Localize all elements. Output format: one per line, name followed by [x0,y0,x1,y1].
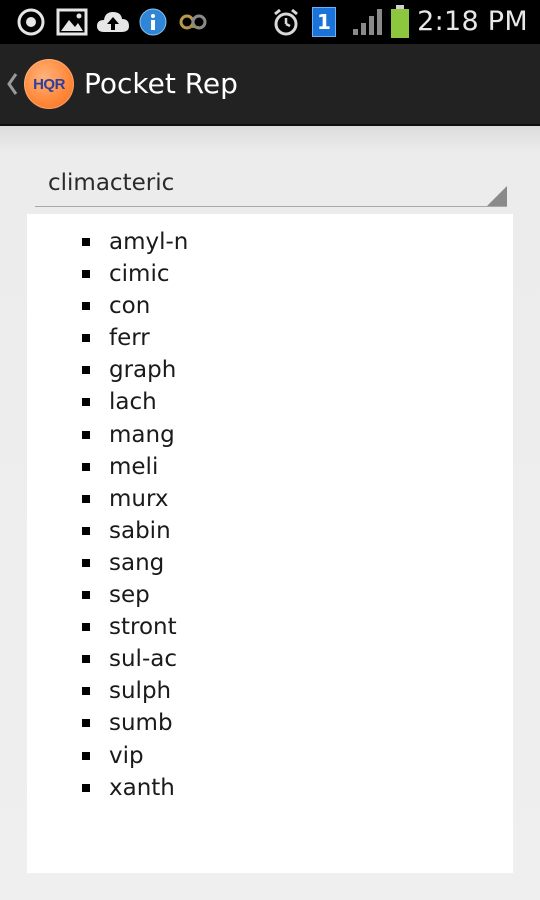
remedy-label: mang [109,421,175,448]
list-item: ferr [27,322,513,354]
chevron-left-icon [7,73,18,95]
remedy-label: sabin [109,517,171,544]
bullet-icon [82,655,90,664]
remedy-label: graph [109,357,177,384]
remedy-label: sang [109,549,165,576]
info-icon [138,0,168,44]
status-bar: 1 2:18 PM [0,0,540,44]
sync-icon [14,0,48,44]
battery-icon [388,0,412,44]
bullet-icon [82,302,90,311]
remedy-label: con [109,293,151,320]
bullet-icon [82,366,90,375]
bullet-icon [82,398,90,407]
remedy-label: lach [109,389,157,416]
alarm-icon [268,0,304,44]
bullet-icon [82,270,90,279]
list-item: graph [27,354,513,386]
list-item: xanth [27,772,513,804]
bullet-icon [82,719,90,728]
action-bar: HQR Pocket Rep [0,44,540,126]
list-item: vip [27,740,513,772]
bullet-icon [82,494,90,503]
remedy-label: stront [109,614,177,641]
rubric-spinner[interactable]: climacteric [35,160,507,207]
list-item: sul-ac [27,643,513,675]
bullet-icon [82,558,90,567]
remedy-label: sumb [109,710,173,737]
list-item: amyl-n [27,226,513,258]
sim-indicator-number: 1 [317,10,331,34]
app-logo: HQR [24,59,74,109]
status-time: 2:18 PM [417,6,528,37]
bullet-icon [82,334,90,343]
list-item: sulph [27,675,513,707]
remedy-label: sul-ac [109,646,177,673]
remedy-label: meli [109,453,159,480]
remedy-label: sep [109,582,150,609]
list-item: murx [27,483,513,515]
bullet-icon [82,526,90,535]
list-item: sumb [27,707,513,739]
cloud-upload-icon [94,0,132,44]
remedy-label: vip [109,742,144,769]
dropdown-triangle-icon [487,186,507,206]
remedy-label: amyl-n [109,229,189,255]
bullet-icon [82,430,90,439]
voicemail-icon [176,0,210,44]
app-title: Pocket Rep [84,67,238,100]
remedy-label: xanth [109,774,175,801]
list-item: con [27,290,513,322]
bullet-icon [82,623,90,632]
bullet-icon [82,687,90,696]
list-item: sang [27,547,513,579]
bullet-icon [82,783,90,792]
list-item: sep [27,579,513,611]
up-navigation[interactable]: HQR [0,44,80,124]
remedy-label: ferr [109,325,150,352]
bullet-icon [82,591,90,600]
remedy-label: sulph [109,678,172,705]
bullet-icon [82,751,90,760]
app-logo-text: HQR [33,75,65,93]
bullet-icon [82,238,90,246]
gallery-icon [54,0,90,44]
sim-indicator-icon: 1 [309,0,339,44]
list-item: cimic [27,258,513,290]
list-item: meli [27,451,513,483]
spinner-selected-value: climacteric [48,170,175,196]
content-area: climacteric amyl-n cimic con ferr graph lach m… [0,126,540,900]
list-item: mang [27,419,513,451]
list-item: sabin [27,515,513,547]
list-item: stront [27,611,513,643]
list-item: lach [27,386,513,418]
remedy-list-panel: amyl-n cimic con ferr graph lach mang meli murx s… [27,214,513,873]
bullet-icon [82,462,90,471]
remedy-list: amyl-n cimic con ferr graph lach mang meli murx s… [27,226,513,804]
signal-icon [350,0,386,44]
remedy-label: cimic [109,261,170,288]
remedy-label: murx [109,485,169,512]
